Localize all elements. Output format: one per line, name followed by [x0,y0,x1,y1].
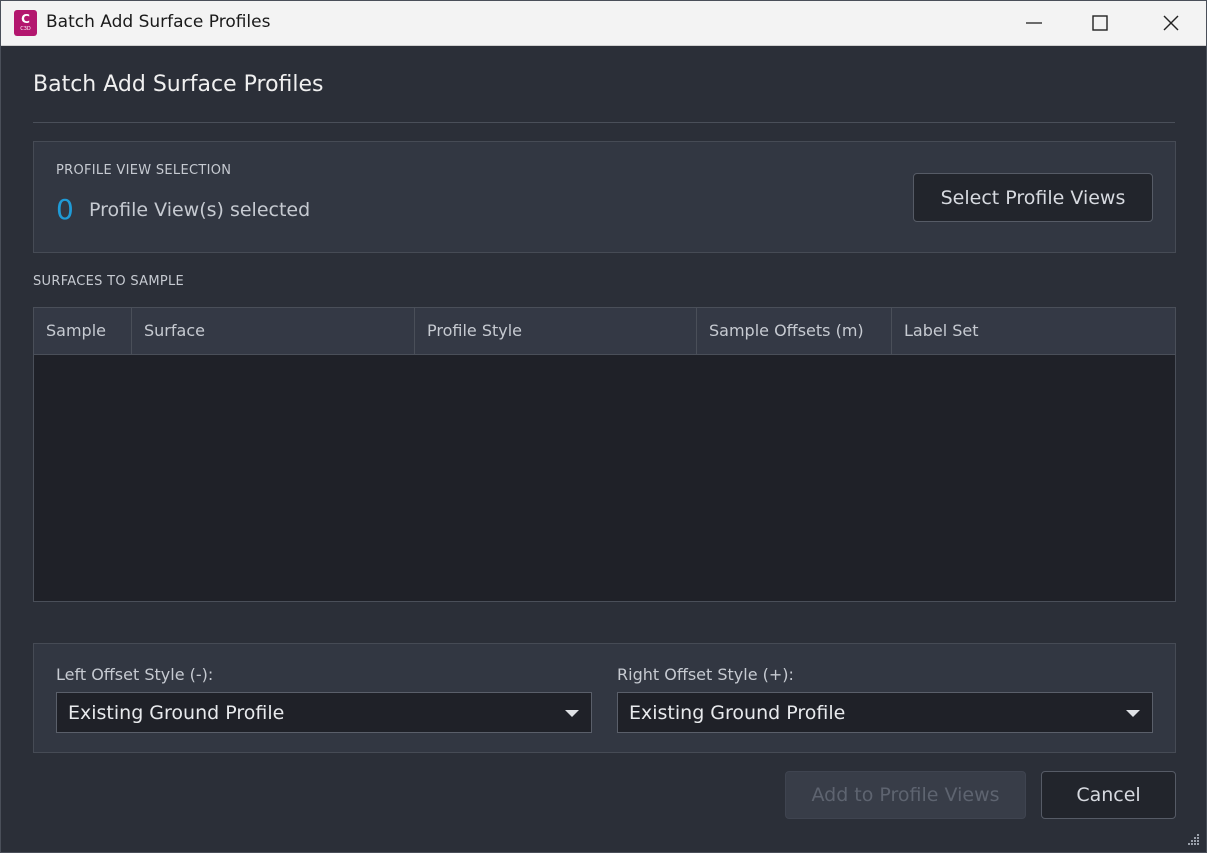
surfaces-to-sample-label: SURFACES TO SAMPLE [33,274,185,289]
app-icon-sub: C3D [20,26,31,32]
dialog-title: Batch Add Surface Profiles [33,72,324,97]
column-header-profile-style[interactable]: Profile Style [415,308,697,354]
maximize-button[interactable] [1067,1,1133,45]
add-to-profile-views-button[interactable]: Add to Profile Views [785,771,1026,819]
chevron-down-icon [565,710,579,717]
header-divider [33,122,1175,123]
left-offset-style-label: Left Offset Style (-): [56,665,214,684]
title-bar[interactable]: C C3D Batch Add Surface Profiles [1,1,1206,46]
left-offset-style-dropdown[interactable]: Existing Ground Profile [56,692,592,733]
close-icon [1163,15,1179,31]
selected-count-text: Profile View(s) selected [89,199,311,221]
close-button[interactable] [1138,1,1204,45]
column-header-sample-offsets[interactable]: Sample Offsets (m) [697,308,892,354]
minimize-icon [1026,22,1042,24]
selected-count: 0 [56,193,74,226]
column-header-sample[interactable]: Sample [34,308,132,354]
surfaces-table[interactable]: Sample Surface Profile Style Sample Offs… [33,307,1176,602]
table-header: Sample Surface Profile Style Sample Offs… [34,308,1175,355]
minimize-button[interactable] [1001,1,1067,45]
cancel-button[interactable]: Cancel [1041,771,1176,819]
civil3d-app-icon: C C3D [14,10,37,36]
profile-view-selection-label: PROFILE VIEW SELECTION [56,163,232,178]
dialog-window: C C3D Batch Add Surface Profiles Batch A… [0,0,1207,853]
left-offset-style-value: Existing Ground Profile [68,702,285,724]
right-offset-style-value: Existing Ground Profile [629,702,846,724]
column-header-surface[interactable]: Surface [132,308,415,354]
maximize-icon [1092,15,1108,31]
window-title: Batch Add Surface Profiles [46,12,271,32]
column-header-label-set[interactable]: Label Set [892,308,1175,354]
resize-grip-icon[interactable] [1186,832,1200,846]
table-body [34,355,1175,601]
chevron-down-icon [1126,710,1140,717]
right-offset-style-dropdown[interactable]: Existing Ground Profile [617,692,1153,733]
right-offset-style-label: Right Offset Style (+): [617,665,794,684]
app-icon-letter: C [21,12,30,26]
select-profile-views-button[interactable]: Select Profile Views [913,173,1153,222]
